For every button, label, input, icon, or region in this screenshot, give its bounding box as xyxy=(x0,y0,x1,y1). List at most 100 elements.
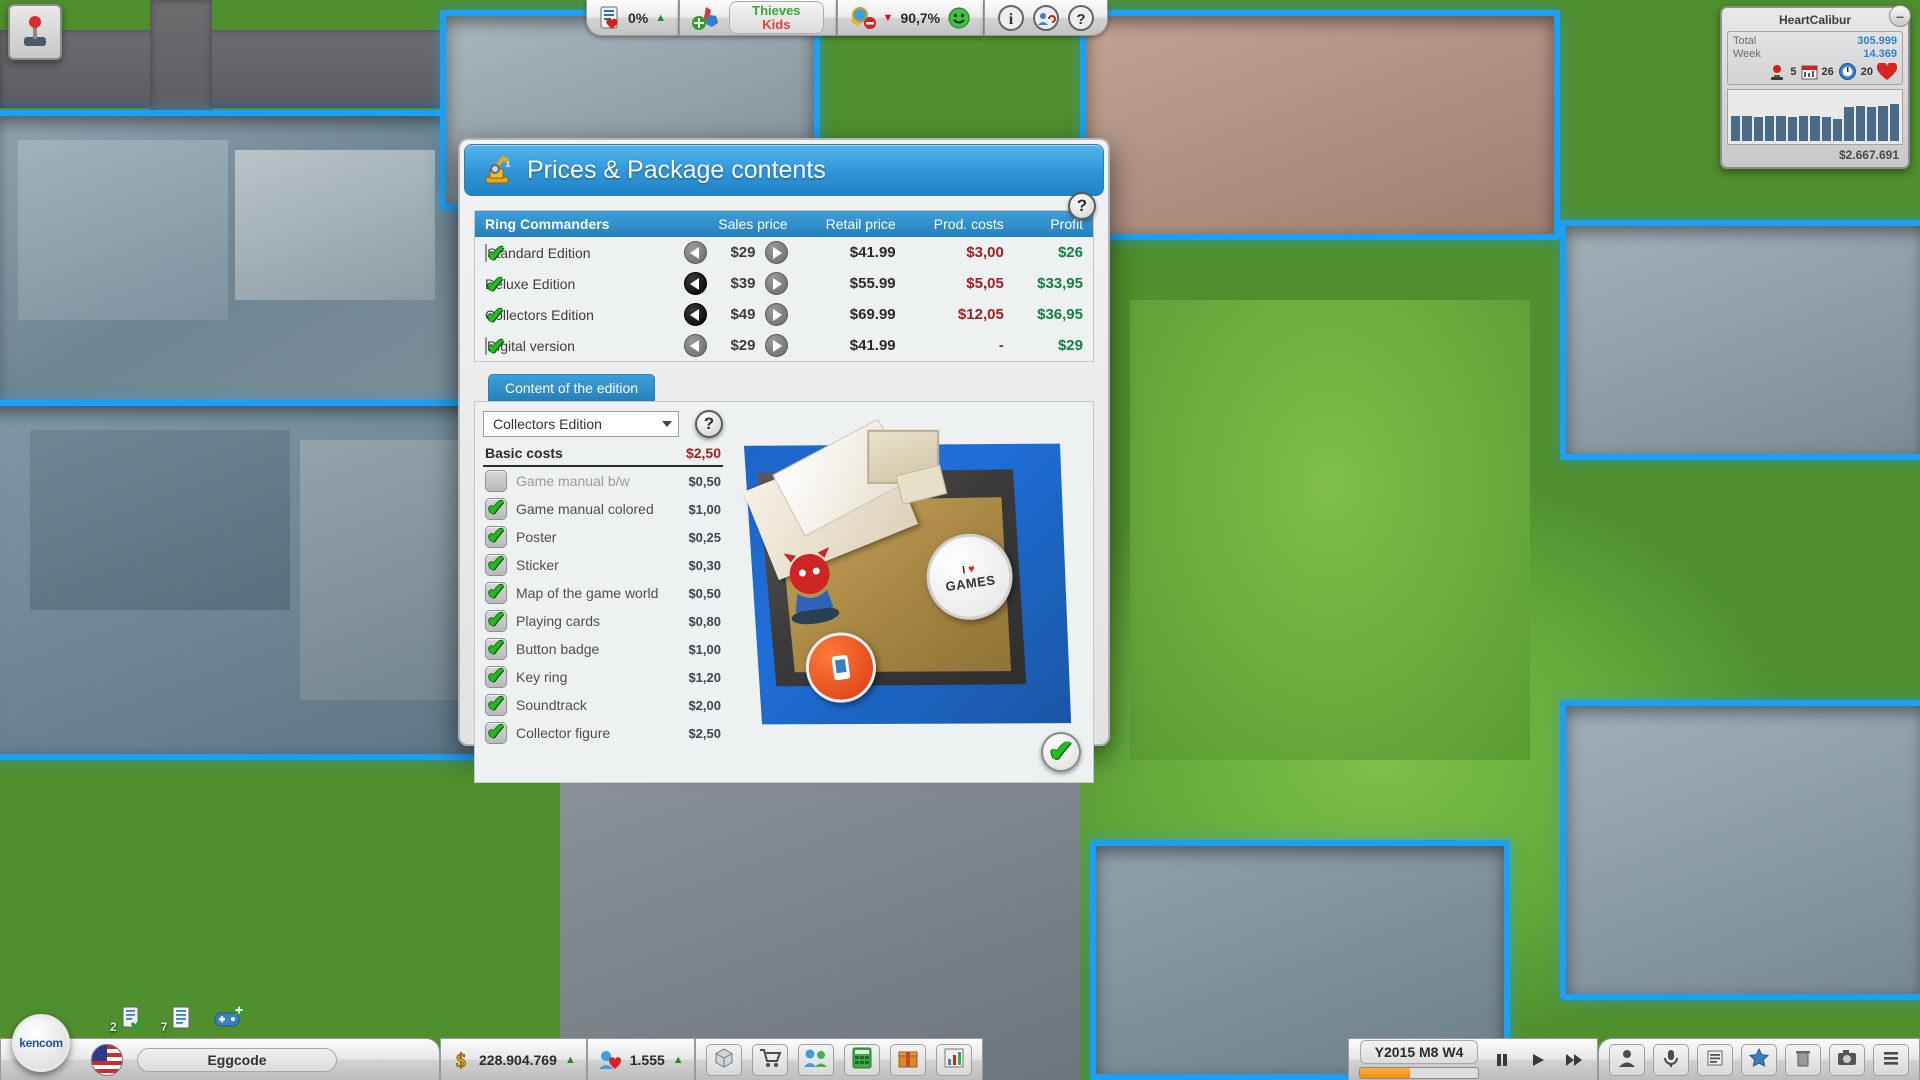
list-item[interactable]: ✔ Poster $0,25 xyxy=(483,523,723,551)
tab-content-of-edition[interactable]: Content of the edition xyxy=(488,374,656,401)
document-icon xyxy=(169,1005,195,1034)
fans-segment[interactable]: 1.555 ▲ xyxy=(586,1038,695,1080)
total-value: 305.999 xyxy=(1857,35,1897,47)
item-price: $0,50 xyxy=(688,473,721,489)
list-button[interactable] xyxy=(1697,1043,1733,1076)
sales-price-value: $49 xyxy=(730,306,756,323)
product-enabled-checkbox[interactable]: ✔ xyxy=(485,242,505,264)
item-price: $0,25 xyxy=(688,529,721,545)
minimize-button[interactable]: – xyxy=(1889,5,1911,27)
help-people-icon[interactable] xyxy=(1032,4,1060,32)
player-name-field[interactable]: Eggcode xyxy=(137,1047,337,1072)
chart-bar xyxy=(1866,106,1877,142)
table-row[interactable]: ✔ Deluxe Edition $39 $55.99 $5,05 $33,95 xyxy=(475,268,1093,299)
list-item[interactable]: ✔ Sticker $0,30 xyxy=(483,551,723,579)
table-row[interactable]: ✔ Digital version $29 $41.99 - $29 xyxy=(475,330,1093,361)
minimap-widget[interactable] xyxy=(8,4,62,60)
genre-segment[interactable]: Thieves Kids xyxy=(679,0,837,36)
company-logo[interactable]: kencom xyxy=(12,1014,70,1072)
list-item[interactable]: ✔ Soundtrack $2,00 xyxy=(483,691,723,719)
basic-costs-label: Basic costs xyxy=(485,445,563,461)
chart-bar xyxy=(1889,104,1899,142)
confirm-button[interactable]: ✔ xyxy=(1041,732,1081,772)
list-item[interactable]: ✔ Playing cards $0,80 xyxy=(483,607,723,635)
list-item[interactable]: ✔ Map of the game world $0,50 xyxy=(483,579,723,607)
info-icon[interactable]: i xyxy=(997,4,1025,32)
product-enabled-checkbox[interactable]: ✔ xyxy=(485,335,505,357)
sales-price-spinner[interactable]: $29 xyxy=(659,334,788,357)
microphone-button[interactable] xyxy=(1653,1043,1689,1076)
cube-button[interactable] xyxy=(705,1043,742,1076)
price-increase-button[interactable] xyxy=(764,334,788,357)
dollar-icon: $ xyxy=(451,1048,471,1071)
list-item[interactable]: ✔ Key ring $1,20 xyxy=(483,663,723,691)
star-button[interactable] xyxy=(1741,1043,1777,1076)
item-checkbox[interactable]: ✔ xyxy=(485,665,507,688)
item-checkbox[interactable]: ✔ xyxy=(485,637,507,660)
notification-badge[interactable] xyxy=(211,1004,245,1034)
tool-buttons-segment xyxy=(694,1038,983,1080)
list-item[interactable]: ✔ Collector figure $2,50 xyxy=(483,719,723,747)
prices-package-dialog[interactable]: Prices & Package contents ? Ring Command… xyxy=(458,138,1110,783)
price-decrease-button[interactable] xyxy=(683,303,707,326)
item-price: $1,00 xyxy=(688,641,721,657)
genre-pill[interactable]: Thieves Kids xyxy=(729,0,824,35)
trash-button[interactable] xyxy=(1785,1043,1821,1076)
company-stats-panel[interactable]: – HeartCalibur Total 305.999 Week 14.369… xyxy=(1720,5,1911,170)
item-checkbox[interactable]: ✔ xyxy=(485,721,507,744)
package-preview: I ♥ GAMES ✔ xyxy=(723,402,1093,782)
fast-forward-icon[interactable] xyxy=(1561,1047,1587,1073)
price-decrease-button[interactable] xyxy=(683,241,707,264)
price-increase-button[interactable] xyxy=(764,241,788,264)
sales-price-spinner[interactable]: $29 xyxy=(659,241,788,264)
item-checkbox[interactable]: ✔ xyxy=(485,609,507,632)
pause-icon[interactable] xyxy=(1489,1047,1515,1073)
satisfaction-value: 90,7% xyxy=(900,9,941,26)
satisfaction-segment[interactable]: ▼ 90,7% xyxy=(836,0,985,36)
people-button[interactable] xyxy=(797,1043,834,1076)
calculator-button[interactable] xyxy=(843,1043,880,1076)
camera-button[interactable] xyxy=(1829,1043,1865,1076)
item-checkbox[interactable] xyxy=(485,470,507,492)
item-checkbox[interactable]: ✔ xyxy=(485,497,507,520)
document-check-icon xyxy=(119,1005,145,1034)
table-help-button[interactable]: ? xyxy=(1068,192,1096,220)
info-buttons-segment[interactable]: i ? xyxy=(984,0,1109,36)
content-help-button[interactable]: ? xyxy=(695,410,723,438)
notification-badge[interactable]: 2 xyxy=(110,1005,145,1034)
price-increase-button[interactable] xyxy=(764,272,788,295)
edition-select[interactable]: Collectors Edition xyxy=(483,411,679,437)
person-button[interactable] xyxy=(1609,1043,1645,1076)
question-icon[interactable]: ? xyxy=(1067,4,1095,32)
gift-button[interactable] xyxy=(889,1043,926,1076)
item-checkbox[interactable]: ✔ xyxy=(485,525,507,548)
list-item[interactable]: ✔ Game manual colored $1,00 xyxy=(483,495,723,523)
chart-bar xyxy=(1844,106,1854,142)
item-checkbox[interactable]: ✔ xyxy=(485,553,507,576)
fans-trend-arrow: ▲ xyxy=(672,1053,684,1066)
cart-button[interactable] xyxy=(751,1043,788,1076)
table-row[interactable]: ✔ Standard Edition $29 $41.99 $3,00 $26 xyxy=(475,237,1093,268)
top-hud-bar: 0% ▲ Thieves Kids ▼ 90,7% i ? xyxy=(586,0,1109,36)
sales-price-spinner[interactable]: $39 xyxy=(659,272,788,295)
camera-icon xyxy=(1836,1048,1858,1071)
play-icon[interactable] xyxy=(1525,1047,1551,1073)
chart-button[interactable] xyxy=(935,1043,972,1076)
money-segment[interactable]: $ 228.904.769 ▲ xyxy=(440,1038,587,1080)
menu-button[interactable] xyxy=(1873,1043,1909,1076)
table-row[interactable]: ✔ Collectors Edition $49 $69.99 $12,05 $36,95 xyxy=(475,299,1093,330)
item-checkbox[interactable]: ✔ xyxy=(485,693,507,716)
price-decrease-button[interactable] xyxy=(683,272,707,295)
chart-bar xyxy=(1878,106,1888,142)
list-item[interactable]: ✔ Button badge $1,00 xyxy=(483,635,723,663)
col-product-name: Ring Commanders xyxy=(475,211,649,237)
research-progress-segment[interactable]: 0% ▲ xyxy=(586,0,680,36)
price-increase-button[interactable] xyxy=(764,303,788,326)
list-item[interactable]: Game manual b/w $0,50 xyxy=(483,467,723,495)
magnifier-minus-icon[interactable] xyxy=(850,6,876,30)
sales-price-spinner[interactable]: $49 xyxy=(659,303,788,326)
item-checkbox[interactable]: ✔ xyxy=(485,581,507,604)
notification-badge[interactable]: 7 xyxy=(161,1005,196,1034)
price-decrease-button[interactable] xyxy=(683,334,707,357)
speed-bar[interactable] xyxy=(1359,1067,1479,1079)
